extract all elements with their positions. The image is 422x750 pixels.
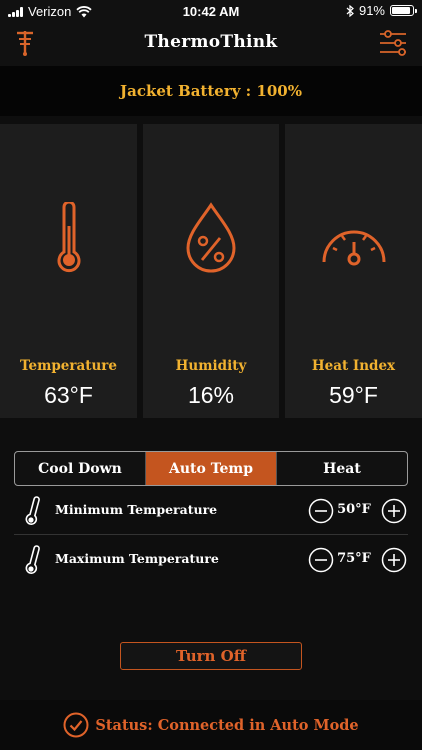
heat-index-label: Heat Index [311,358,396,374]
temperature-card: Temperature 63°F [0,124,137,418]
mode-auto-temp[interactable]: Auto Temp [145,452,276,485]
battery-icon [390,5,417,16]
thermometer-icon [25,545,40,574]
row-divider [14,534,408,535]
temperature-value: 63°F [44,382,93,408]
min-temperature-row: Minimum Temperature 50°F [0,487,422,535]
decrease-min-button[interactable] [308,498,334,524]
heat-index-card: Heat Index 59°F [285,124,422,418]
gauge-icon [322,230,385,266]
increase-min-button[interactable] [381,498,407,524]
humidity-value: 16% [187,382,235,408]
jacket-battery-label: Jacket Battery : 100% [120,82,302,100]
min-temperature-label: Minimum Temperature [55,502,218,517]
mode-cool-down[interactable]: Cool Down [15,452,145,485]
temperature-label: Temperature [19,358,117,374]
connection-status-bar: Status: Connected in Auto Mode [0,700,422,750]
humidity-drop-icon [186,202,236,273]
max-temperature-label: Maximum Temperature [55,551,219,566]
bluetooth-icon [346,4,354,17]
app-header: ThermoThink [0,22,422,66]
turn-off-button[interactable]: Turn Off [120,642,302,670]
settings-sliders-icon[interactable] [378,28,408,58]
app-title: ThermoThink [144,32,278,52]
increase-max-button[interactable] [381,547,407,573]
thermometer-icon [25,496,40,525]
humidity-label: Humidity [175,358,247,374]
battery-percent: 91% [358,3,385,18]
mode-heat[interactable]: Heat [276,452,407,485]
min-temperature-value: 50°F [337,502,371,517]
status-text: Status: Connected in Auto Mode [95,716,359,734]
decrease-max-button[interactable] [308,547,334,573]
jacket-battery-banner: Jacket Battery : 100% [0,66,422,116]
max-temperature-row: Maximum Temperature 75°F [0,536,422,584]
check-circle-icon [63,712,89,738]
thermometer-icon [57,202,80,273]
mode-segmented-control: Cool Down Auto Temp Heat [14,451,408,486]
readings-cards: Temperature 63°F Humidity 16% Heat Index… [0,124,422,418]
humidity-card: Humidity 16% [143,124,279,418]
max-temperature-value: 75°F [337,551,371,566]
heat-index-value: 59°F [329,382,378,408]
system-status-bar: Verizon 10:42 AM 91% [0,0,422,22]
